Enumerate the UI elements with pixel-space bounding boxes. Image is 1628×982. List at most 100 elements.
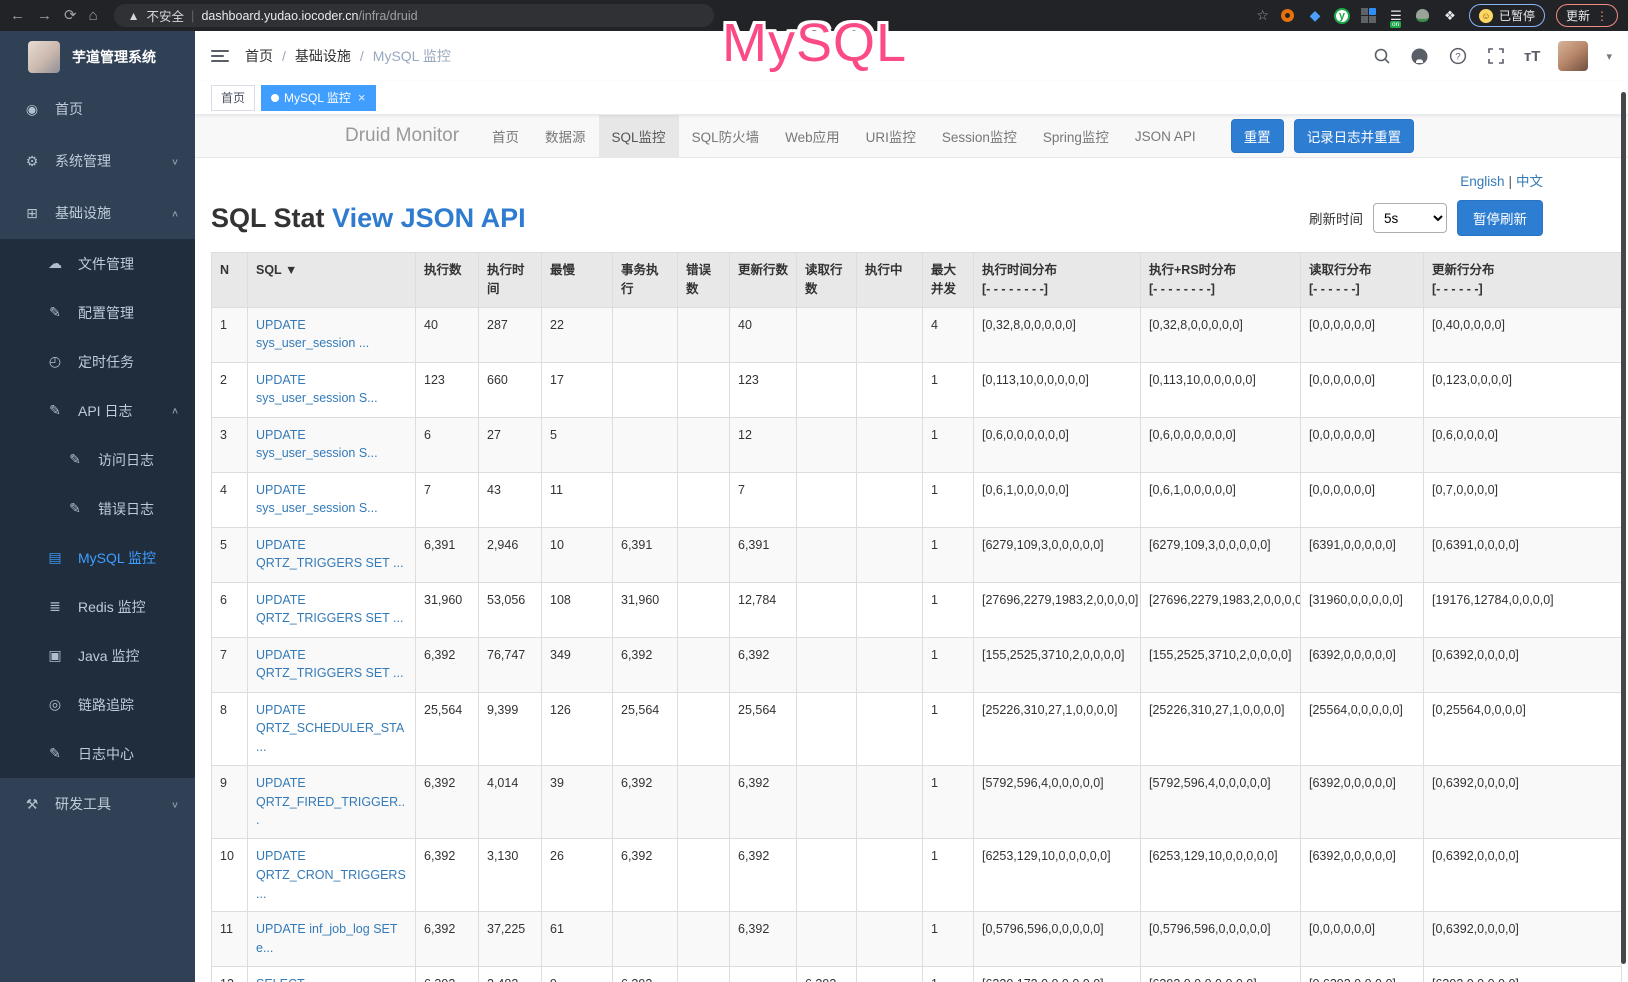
extension-bot-icon[interactable] [1415,8,1431,24]
log-and-reset-button[interactable]: 记录日志并重置 [1294,119,1415,153]
sql-detail-link[interactable]: UPDATE sys_user_session ... [256,318,369,351]
extension-y-icon[interactable]: y [1334,8,1350,24]
extensions-puzzle-icon[interactable]: ❖ [1442,8,1458,24]
update-pill[interactable]: 更新⋮ [1556,4,1618,27]
sql-detail-link[interactable]: UPDATE sys_user_session S... [256,428,378,461]
cell: 31,960 [416,582,479,637]
cell: 2,483 [479,967,542,982]
sidebar-item-文件管理[interactable]: ☁文件管理 [0,239,195,288]
column-header-2[interactable]: 执行数 [416,253,479,308]
sidebar-item-MySQL 监控[interactable]: ▤MySQL 监控 [0,533,195,582]
sql-detail-link[interactable]: UPDATE QRTZ_TRIGGERS SET ... [256,648,403,681]
sql-detail-link[interactable]: UPDATE QRTZ_TRIGGERS SET ... [256,538,403,571]
sidebar-item-配置管理[interactable]: ✎配置管理 [0,288,195,337]
druid-tab-SQL防火墙[interactable]: SQL防火墙 [679,115,773,157]
druid-tab-Web应用[interactable]: Web应用 [772,115,853,157]
cell: 3 [212,417,248,472]
column-header-10[interactable]: 最大并发 [923,253,974,308]
druid-tab-Spring监控[interactable]: Spring监控 [1030,115,1122,157]
lang-english-link[interactable]: English [1460,174,1504,189]
sql-detail-link[interactable]: UPDATE QRTZ_SCHEDULER_STA... [256,703,404,755]
help-icon[interactable]: ? [1448,46,1468,66]
druid-tab-首页[interactable]: 首页 [479,115,532,157]
druid-tab-数据源[interactable]: 数据源 [532,115,599,157]
column-header-3[interactable]: 执行时间 [479,253,542,308]
extension-gem-icon[interactable]: ◆ [1307,8,1323,24]
user-avatar[interactable] [1558,41,1588,71]
vertical-scrollbar[interactable] [1621,92,1626,964]
pause-refresh-button[interactable]: 暂停刷新 [1457,200,1543,236]
sidebar-item-Redis 监控[interactable]: ≣Redis 监控 [0,582,195,631]
sidebar-item-错误日志[interactable]: ✎错误日志 [0,484,195,533]
extension-donut-icon[interactable] [1280,8,1296,24]
column-header-7[interactable]: 更新行数 [730,253,797,308]
refresh-interval-select[interactable]: 5s [1373,203,1447,233]
column-header-11[interactable]: 执行时间分布 [- - - - - - - -] [974,253,1141,308]
address-bar[interactable]: ▲ 不安全 | dashboard.yudao.iocoder.cn/infra… [114,4,714,27]
back-icon[interactable]: ← [10,8,25,23]
sql-detail-link[interactable]: UPDATE QRTZ_FIRED_TRIGGER... [256,776,405,828]
cell: 1 [923,967,974,982]
column-header-12[interactable]: 执行+RS时分布 [- - - - - - - -] [1141,253,1301,308]
hamburger-icon[interactable] [211,50,229,62]
column-header-9[interactable]: 执行中 [857,253,923,308]
paused-pill[interactable]: ☺已暂停 [1469,4,1545,27]
sql-detail-link[interactable]: SELECT TRIGGER_STATE [256,977,358,982]
lang-chinese-link[interactable]: 中文 [1516,174,1543,189]
search-icon[interactable] [1372,46,1392,66]
forward-icon[interactable]: → [37,8,52,23]
column-header-5[interactable]: 事务执行 [613,253,678,308]
sql-detail-link[interactable]: UPDATE inf_job_log SET e... [256,922,397,955]
column-header-4[interactable]: 最慢 [542,253,613,308]
home-icon[interactable]: ⌂ [89,8,98,23]
extension-list-icon[interactable]: ☰on [1388,8,1404,24]
cell [857,307,923,362]
druid-brand[interactable]: Druid Monitor [345,115,459,157]
sidebar-item-API 日志[interactable]: ✎API 日志∧ [0,386,195,435]
druid-tab-JSON API[interactable]: JSON API [1122,115,1209,157]
sidebar-item-基础设施[interactable]: ⊞基础设施∧ [0,187,195,239]
column-header-8[interactable]: 读取行数 [797,253,857,308]
sidebar-item-Java 监控[interactable]: ▣Java 监控 [0,631,195,680]
sql-detail-link[interactable]: UPDATE QRTZ_TRIGGERS SET ... [256,593,403,626]
breadcrumb-item[interactable]: 首页 [245,46,273,66]
sidebar-item-首页[interactable]: ◉首页 [0,83,195,135]
column-header-1[interactable]: SQL ▼ [248,253,416,308]
fullscreen-icon[interactable] [1486,46,1506,66]
sidebar-item-定时任务[interactable]: ◴定时任务 [0,337,195,386]
sidebar-item-研发工具[interactable]: ⚒研发工具∨ [0,778,195,830]
view-json-api-link[interactable]: View JSON API [332,203,526,233]
breadcrumb-item[interactable]: 基础设施 [295,46,351,66]
druid-tab-Session监控[interactable]: Session监控 [929,115,1030,157]
brand-avatar [28,41,60,73]
tag-MySQL 监控[interactable]: MySQL 监控× [261,85,376,111]
chevron-down-icon[interactable]: ▾ [1606,50,1612,63]
druid-tab-URI监控[interactable]: URI监控 [853,115,929,157]
sidebar-item-系统管理[interactable]: ⚙系统管理∨ [0,135,195,187]
bookmark-star-icon[interactable]: ☆ [1256,7,1269,24]
column-header-14[interactable]: 更新行分布 [- - - - - -] [1424,253,1622,308]
browser-right-cluster: ☆ ◆ y ☰on ❖ ☺已暂停 更新⋮ [1256,4,1618,27]
tag-首页[interactable]: 首页 [211,85,255,111]
column-header-6[interactable]: 错误数 [678,253,730,308]
sql-detail-link[interactable]: UPDATE sys_user_session S... [256,373,378,406]
sidebar-item-日志中心[interactable]: ✎日志中心 [0,729,195,778]
sql-detail-link[interactable]: UPDATE sys_user_session S... [256,483,378,516]
druid-tab-SQL监控[interactable]: SQL监控 [599,115,679,157]
font-size-icon[interactable]: тT [1524,48,1541,65]
sql-detail-link[interactable]: UPDATE QRTZ_CRON_TRIGGERS... [256,849,406,901]
tag-close-icon[interactable]: × [358,90,366,105]
sidebar-item-访问日志[interactable]: ✎访问日志 [0,435,195,484]
cell: [0,0,0,0,0,0] [1301,307,1424,362]
column-header-13[interactable]: 读取行分布 [- - - - - -] [1301,253,1424,308]
cell: 61 [542,912,613,967]
reload-icon[interactable]: ⟳ [64,8,77,23]
reset-button[interactable]: 重置 [1231,119,1284,153]
sidebar-item-链路追踪[interactable]: ◎链路追踪 [0,680,195,729]
extension-grid-icon[interactable] [1361,8,1377,24]
github-icon[interactable] [1410,46,1430,66]
access-log-icon: ✎ [66,451,84,468]
url-text: dashboard.yudao.iocoder.cn/infra/druid [201,7,417,25]
brand-logo[interactable]: 芋道管理系统 [0,31,195,83]
column-header-0[interactable]: N [212,253,248,308]
